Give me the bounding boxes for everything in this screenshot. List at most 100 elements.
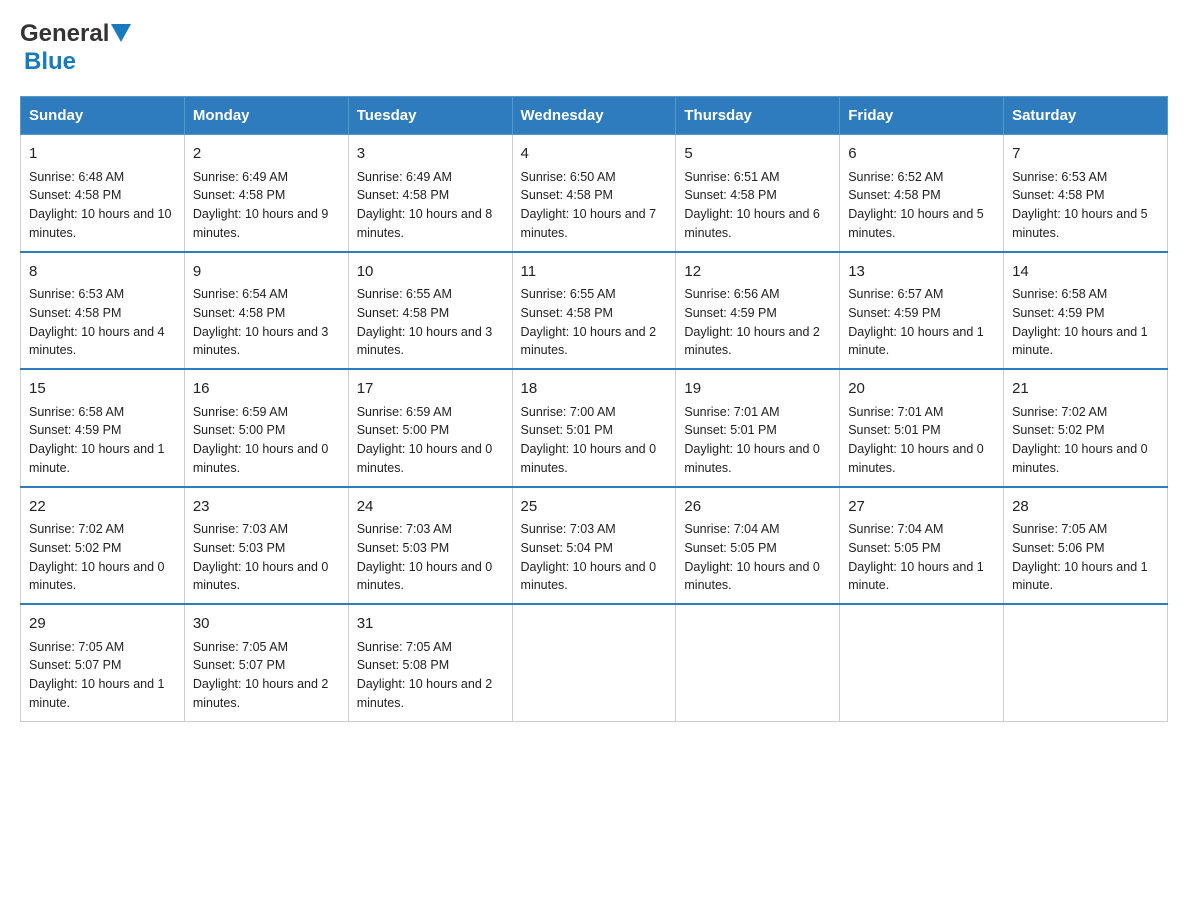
- col-sunday: Sunday: [21, 97, 185, 135]
- day-number: 24: [357, 496, 504, 519]
- daylight-text: Daylight: 10 hours and 6 minutes.: [684, 207, 820, 240]
- sunset-text: Sunset: 5:02 PM: [1012, 423, 1104, 437]
- sunrise-text: Sunrise: 7:05 AM: [357, 640, 452, 654]
- calendar-cell: [840, 604, 1004, 721]
- daylight-text: Daylight: 10 hours and 0 minutes.: [29, 560, 165, 593]
- daylight-text: Daylight: 10 hours and 5 minutes.: [1012, 207, 1148, 240]
- day-number: 2: [193, 143, 340, 166]
- daylight-text: Daylight: 10 hours and 0 minutes.: [357, 442, 493, 475]
- calendar-header-row: Sunday Monday Tuesday Wednesday Thursday…: [21, 97, 1168, 135]
- calendar-week-row: 8Sunrise: 6:53 AMSunset: 4:58 PMDaylight…: [21, 252, 1168, 370]
- sunset-text: Sunset: 5:01 PM: [684, 423, 776, 437]
- daylight-text: Daylight: 10 hours and 1 minute.: [848, 325, 984, 358]
- calendar-week-row: 29Sunrise: 7:05 AMSunset: 5:07 PMDayligh…: [21, 604, 1168, 721]
- daylight-text: Daylight: 10 hours and 5 minutes.: [848, 207, 984, 240]
- day-number: 7: [1012, 143, 1159, 166]
- sunset-text: Sunset: 5:03 PM: [357, 541, 449, 555]
- sunset-text: Sunset: 5:05 PM: [684, 541, 776, 555]
- day-number: 19: [684, 378, 831, 401]
- calendar-cell: 2Sunrise: 6:49 AMSunset: 4:58 PMDaylight…: [184, 135, 348, 252]
- calendar-cell: 9Sunrise: 6:54 AMSunset: 4:58 PMDaylight…: [184, 252, 348, 370]
- sunrise-text: Sunrise: 6:55 AM: [521, 287, 616, 301]
- sunrise-text: Sunrise: 6:49 AM: [357, 170, 452, 184]
- calendar-cell: 21 Sunrise: 7:02 AM Sunset: 5:02 PM Dayligh…: [1004, 369, 1168, 487]
- daylight-text: Daylight: 10 hours and 3 minutes.: [193, 325, 329, 358]
- calendar-cell: 1Sunrise: 6:48 AMSunset: 4:58 PMDaylight…: [21, 135, 185, 252]
- day-number: 13: [848, 261, 995, 284]
- sunrise-text: Sunrise: 7:03 AM: [521, 522, 616, 536]
- sunset-text: Sunset: 5:03 PM: [193, 541, 285, 555]
- logo-blue-text: Blue: [20, 48, 76, 75]
- calendar-cell: 3Sunrise: 6:49 AMSunset: 4:58 PMDaylight…: [348, 135, 512, 252]
- calendar-cell: 13 Sunrise: 6:57 AM Sunset: 4:59 PM Dayligh…: [840, 252, 1004, 370]
- day-number: 25: [521, 496, 668, 519]
- calendar-week-row: 15Sunrise: 6:58 AMSunset: 4:59 PMDayligh…: [21, 369, 1168, 487]
- daylight-text: Daylight: 10 hours and 0 minutes.: [357, 560, 493, 593]
- calendar-cell: 27Sunrise: 7:04 AMSunset: 5:05 PMDayligh…: [840, 487, 1004, 605]
- sunset-text: Sunset: 4:59 PM: [848, 306, 940, 320]
- sunset-text: Sunset: 4:58 PM: [357, 188, 449, 202]
- sunset-text: Sunset: 4:58 PM: [521, 188, 613, 202]
- calendar-cell: 29Sunrise: 7:05 AMSunset: 5:07 PMDayligh…: [21, 604, 185, 721]
- calendar-cell: 14Sunrise: 6:58 AMSunset: 4:59 PMDayligh…: [1004, 252, 1168, 370]
- daylight-text: Daylight: 10 hours and 0 minutes.: [684, 560, 820, 593]
- day-number: 5: [684, 143, 831, 166]
- day-number: 6: [848, 143, 995, 166]
- day-number: 10: [357, 261, 504, 284]
- sunset-text: Sunset: 4:58 PM: [1012, 188, 1104, 202]
- sunrise-text: Sunrise: 7:03 AM: [193, 522, 288, 536]
- calendar-cell: 23Sunrise: 7:03 AMSunset: 5:03 PMDayligh…: [184, 487, 348, 605]
- calendar-cell: 16Sunrise: 6:59 AMSunset: 5:00 PMDayligh…: [184, 369, 348, 487]
- sunrise-text: Sunrise: 7:05 AM: [193, 640, 288, 654]
- daylight-text: Daylight: 10 hours and 1 minute.: [1012, 560, 1148, 593]
- sunrise-text: Sunrise: 7:02 AM: [1012, 405, 1107, 419]
- sunrise-text: Sunrise: 7:01 AM: [684, 405, 779, 419]
- sunrise-text: Sunrise: 7:04 AM: [684, 522, 779, 536]
- sunrise-text: Sunrise: 7:03 AM: [357, 522, 452, 536]
- logo-blue-line: Blue: [20, 48, 131, 76]
- daylight-text: Daylight: 10 hours and 2 minutes.: [684, 325, 820, 358]
- daylight-text: Daylight: 10 hours and 0 minutes.: [521, 560, 657, 593]
- daylight-text: Daylight: 10 hours and 0 minutes.: [1012, 442, 1148, 475]
- sunset-text: Sunset: 5:07 PM: [29, 658, 121, 672]
- sunrise-text: Sunrise: 6:58 AM: [1012, 287, 1107, 301]
- daylight-text: Daylight: 10 hours and 0 minutes.: [193, 560, 329, 593]
- sunset-text: Sunset: 4:59 PM: [1012, 306, 1104, 320]
- daylight-text: Daylight: 10 hours and 4 minutes.: [29, 325, 165, 358]
- calendar-cell: 22Sunrise: 7:02 AMSunset: 5:02 PMDayligh…: [21, 487, 185, 605]
- sunrise-text: Sunrise: 6:49 AM: [193, 170, 288, 184]
- day-number: 21: [1012, 378, 1159, 401]
- calendar-cell: 7 Sunrise: 6:53 AM Sunset: 4:58 PM Daylight…: [1004, 135, 1168, 252]
- sunrise-text: Sunrise: 6:53 AM: [1012, 170, 1107, 184]
- col-friday: Friday: [840, 97, 1004, 135]
- daylight-text: Daylight: 10 hours and 3 minutes.: [357, 325, 493, 358]
- day-number: 9: [193, 261, 340, 284]
- col-monday: Monday: [184, 97, 348, 135]
- day-number: 20: [848, 378, 995, 401]
- sunset-text: Sunset: 5:08 PM: [357, 658, 449, 672]
- day-number: 15: [29, 378, 176, 401]
- logo: General Blue: [20, 20, 131, 76]
- sunrise-text: Sunrise: 6:53 AM: [29, 287, 124, 301]
- calendar-week-row: 1Sunrise: 6:48 AMSunset: 4:58 PMDaylight…: [21, 135, 1168, 252]
- calendar-cell: 25 Sunrise: 7:03 AM Sunset: 5:04 PM Dayligh…: [512, 487, 676, 605]
- daylight-text: Daylight: 10 hours and 1 minute.: [848, 560, 984, 593]
- col-thursday: Thursday: [676, 97, 840, 135]
- sunset-text: Sunset: 4:58 PM: [193, 306, 285, 320]
- sunset-text: Sunset: 4:58 PM: [29, 188, 121, 202]
- sunrise-text: Sunrise: 7:01 AM: [848, 405, 943, 419]
- sunrise-text: Sunrise: 7:02 AM: [29, 522, 124, 536]
- daylight-text: Daylight: 10 hours and 0 minutes.: [848, 442, 984, 475]
- day-number: 12: [684, 261, 831, 284]
- day-number: 22: [29, 496, 176, 519]
- sunset-text: Sunset: 4:58 PM: [521, 306, 613, 320]
- sunset-text: Sunset: 4:58 PM: [684, 188, 776, 202]
- daylight-text: Daylight: 10 hours and 0 minutes.: [193, 442, 329, 475]
- sunrise-text: Sunrise: 6:57 AM: [848, 287, 943, 301]
- sunset-text: Sunset: 5:04 PM: [521, 541, 613, 555]
- sunrise-text: Sunrise: 7:04 AM: [848, 522, 943, 536]
- daylight-text: Daylight: 10 hours and 9 minutes.: [193, 207, 329, 240]
- calendar-cell: 5Sunrise: 6:51 AMSunset: 4:58 PMDaylight…: [676, 135, 840, 252]
- day-number: 29: [29, 613, 176, 636]
- sunset-text: Sunset: 4:59 PM: [684, 306, 776, 320]
